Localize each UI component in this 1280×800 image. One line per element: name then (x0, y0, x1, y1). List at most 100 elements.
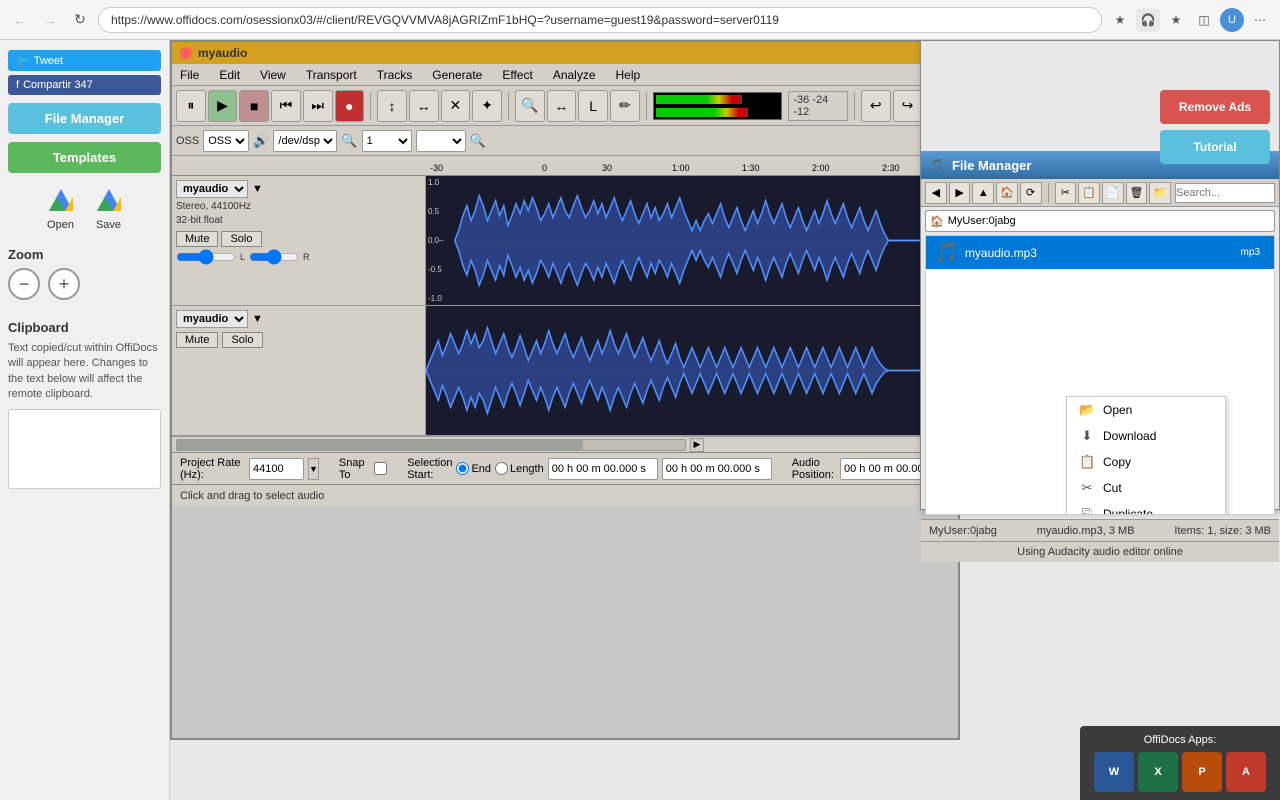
remove-ads-button[interactable]: Remove Ads (1160, 90, 1270, 124)
bookmark-icon[interactable]: ★ (1164, 8, 1188, 32)
twitter-button[interactable]: 🐦 Tweet (8, 50, 161, 71)
url-bar[interactable] (98, 7, 1102, 33)
magnify-vert[interactable]: L (578, 90, 608, 122)
save-label: Save (96, 219, 121, 231)
menu-edit[interactable]: Edit (215, 66, 244, 84)
facebook-label: Compartir 347 (23, 79, 93, 91)
clipboard-textarea[interactable] (8, 409, 161, 489)
redo-button[interactable]: ↪ (893, 90, 923, 122)
fm-title-icon: 🎵 (929, 158, 944, 172)
play-button[interactable]: ▶ (208, 90, 238, 122)
magnify-horiz[interactable]: ↔ (547, 90, 577, 122)
menu-generate[interactable]: Generate (428, 66, 486, 84)
end-radio[interactable] (456, 462, 469, 475)
project-rate-input[interactable] (249, 458, 304, 480)
tab-icon[interactable]: ◫ (1192, 8, 1216, 32)
tutorial-button[interactable]: Tutorial (1160, 130, 1270, 164)
track-1-y-axis: 1.0 0.5 0.0– -0.5 -1.0 (426, 176, 454, 305)
fm-file-list[interactable]: 🎵 myaudio.mp3 mp3 📂 Open ⬇ Download (925, 235, 1275, 515)
fm-forward-btn[interactable]: ▶ (949, 182, 971, 204)
sel-start-input[interactable] (548, 458, 658, 480)
templates-button[interactable]: Templates (8, 142, 161, 173)
track-1-volume-slider[interactable] (176, 251, 236, 263)
fm-back-btn[interactable]: ◀ (925, 182, 947, 204)
ctx-cut[interactable]: ✂ Cut (1067, 475, 1225, 501)
ctx-download[interactable]: ⬇ Download (1067, 423, 1225, 449)
snap-to-label: Snap To (339, 457, 370, 481)
channels-select[interactable]: 1 (362, 130, 412, 152)
fm-cut-btn[interactable]: ✂ (1055, 182, 1077, 204)
zoom-out-button[interactable]: − (8, 268, 40, 300)
snap-to-checkbox[interactable] (374, 462, 387, 475)
app-doc-icon[interactable]: W (1094, 752, 1134, 792)
track-2-name-select[interactable]: myaudio (176, 310, 248, 328)
fm-search-input[interactable] (1175, 183, 1275, 203)
horizontal-scrollbar[interactable]: ▶ (172, 436, 958, 452)
format-select[interactable] (416, 130, 466, 152)
track-1-mute[interactable]: Mute (176, 231, 218, 247)
zoom-tool[interactable]: ✦ (472, 90, 502, 122)
forward-button[interactable]: → (38, 8, 62, 32)
track-2-dropdown[interactable]: ▼ (252, 313, 263, 325)
back-button[interactable]: ← (8, 8, 32, 32)
track-1-waveform[interactable]: 1.0 0.5 0.0– -0.5 -1.0 (426, 176, 958, 305)
menu-tracks[interactable]: Tracks (373, 66, 417, 84)
stop-button[interactable]: ■ (239, 90, 269, 122)
menu-help[interactable]: Help (612, 66, 645, 84)
menu-effect[interactable]: Effect (498, 66, 536, 84)
track-2-mute[interactable]: Mute (176, 332, 218, 348)
length-radio[interactable] (495, 462, 508, 475)
project-rate-dropdown[interactable]: ▼ (308, 458, 319, 480)
fm-delete-btn[interactable]: 🗑 (1126, 182, 1148, 204)
ctx-duplicate[interactable]: ⎘ Duplicate (1067, 501, 1225, 515)
save-button[interactable]: Save (93, 185, 125, 231)
ctx-copy[interactable]: 📋 Copy (1067, 449, 1225, 475)
zoom-in-button[interactable]: + (48, 268, 80, 300)
fm-new-folder-btn[interactable]: 📁 (1149, 182, 1171, 204)
skip-back-button[interactable]: ⏮ (271, 90, 301, 122)
user-avatar[interactable]: U (1220, 8, 1244, 32)
app-ppt-icon[interactable]: P (1182, 752, 1222, 792)
menu-view[interactable]: View (256, 66, 290, 84)
undo-button[interactable]: ↩ (861, 90, 891, 122)
search-tool[interactable]: 🔍 (515, 90, 545, 122)
track-2-waveform[interactable] (426, 306, 958, 435)
oss-select[interactable]: OSS (203, 130, 249, 152)
menu-analyze[interactable]: Analyze (549, 66, 600, 84)
sel-end-input[interactable] (662, 458, 772, 480)
menu-transport[interactable]: Transport (302, 66, 361, 84)
facebook-button[interactable]: f Compartir 347 (8, 75, 161, 95)
track-2-solo[interactable]: Solo (222, 332, 262, 348)
open-button[interactable]: Open (45, 185, 77, 231)
track-1-solo[interactable]: Solo (221, 231, 261, 247)
fm-copy-btn[interactable]: 📋 (1078, 182, 1100, 204)
fm-paste-btn[interactable]: 📄 (1102, 182, 1124, 204)
pause-button[interactable]: ⏸ (176, 90, 206, 122)
fm-file-row[interactable]: 🎵 myaudio.mp3 mp3 (926, 236, 1274, 269)
skip-forward-button[interactable]: ⏭ (303, 90, 333, 122)
headphone-icon[interactable]: 🎧 (1136, 8, 1160, 32)
fm-refresh-btn[interactable]: ⟳ (1020, 182, 1042, 204)
refresh-button[interactable]: ↻ (68, 8, 92, 32)
menu-file[interactable]: File (176, 66, 203, 84)
select-tool[interactable]: ↕ (377, 90, 407, 122)
scrollbar-thumb[interactable] (177, 440, 583, 450)
app-xls-icon[interactable]: X (1138, 752, 1178, 792)
ctx-open[interactable]: 📂 Open (1067, 397, 1225, 423)
window-close-dot[interactable] (180, 47, 192, 59)
track-1-name-select[interactable]: myaudio (176, 180, 248, 198)
scroll-right-button[interactable]: ▶ (690, 438, 704, 452)
track-1-pan-slider[interactable] (249, 251, 299, 263)
fm-up-btn[interactable]: ▲ (972, 182, 994, 204)
draw-pencil[interactable]: ✏ (610, 90, 640, 122)
fm-home-btn[interactable]: 🏠 (996, 182, 1018, 204)
envelope-tool[interactable]: ↔ (409, 90, 439, 122)
menu-icon[interactable]: ⋯ (1248, 8, 1272, 32)
record-button[interactable]: ● (335, 90, 365, 122)
track-1-dropdown[interactable]: ▼ (252, 183, 263, 195)
file-manager-button[interactable]: File Manager (8, 103, 161, 134)
app-pdf-icon[interactable]: A (1226, 752, 1266, 792)
draw-tool[interactable]: ✕ (441, 90, 471, 122)
device-select[interactable]: /dev/dsp (273, 130, 337, 152)
extensions-icon[interactable]: ★ (1108, 8, 1132, 32)
